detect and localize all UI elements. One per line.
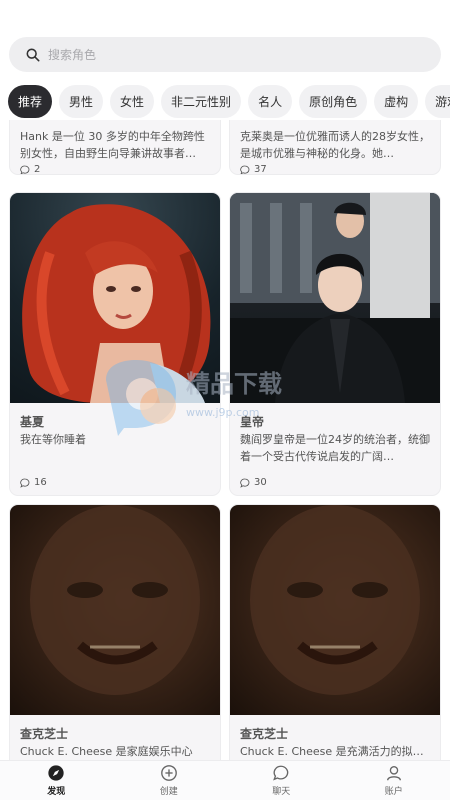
chat-count: 37 bbox=[254, 164, 267, 174]
chat-count-icon bbox=[240, 165, 250, 174]
chat-count: 30 bbox=[254, 477, 267, 488]
chat-bubble-icon bbox=[273, 765, 289, 781]
tab-nonbinary[interactable]: 非二元性别 bbox=[161, 85, 242, 118]
bottom-nav: 发现 创建 聊天 账户 bbox=[0, 760, 450, 800]
character-card[interactable]: 查克芝士 Chuck E. Cheese 是充满活力的拟… bbox=[230, 505, 440, 760]
watermark-title: 精品下载 bbox=[186, 370, 282, 398]
tab-celebrity[interactable]: 名人 bbox=[248, 85, 293, 118]
nav-account[interactable]: 账户 bbox=[338, 761, 450, 800]
tab-recommended[interactable]: 推荐 bbox=[8, 85, 53, 118]
category-tabs: 推荐 男性 女性 非二元性别 名人 原创角色 虚构 游戏 bbox=[8, 85, 450, 118]
chat-count-icon bbox=[20, 478, 30, 488]
chat-count: 16 bbox=[34, 477, 47, 488]
card-name: 查克芝士 bbox=[20, 727, 69, 741]
card-name: 查克芝士 bbox=[240, 727, 289, 741]
chat-count-icon bbox=[20, 165, 30, 174]
app-root: 搜索角色 推荐 男性 女性 非二元性别 名人 原创角色 虚构 游戏 Hank 是… bbox=[0, 0, 450, 800]
character-card[interactable]: Hank 是一位 30 多岁的中年全物跨性别女性，自由野生向导兼讲故事者… 2 bbox=[10, 120, 220, 174]
compass-icon bbox=[48, 765, 64, 781]
tab-original[interactable]: 原创角色 bbox=[299, 85, 368, 118]
nav-label: 发现 bbox=[47, 787, 66, 797]
search-bar[interactable]: 搜索角色 bbox=[9, 37, 441, 72]
character-image bbox=[10, 505, 220, 715]
chat-count-icon bbox=[240, 478, 250, 488]
nav-label: 聊天 bbox=[272, 787, 291, 797]
nav-discover[interactable]: 发现 bbox=[0, 761, 113, 800]
tab-fictional[interactable]: 虚构 bbox=[374, 85, 419, 118]
character-card[interactable]: 基夏 我在等你睡着 16 bbox=[10, 193, 220, 495]
character-card[interactable]: 皇帝 魏阎罗皇帝是一位24岁的统治者，统御着一个受古代传说启发的广阔… 30 bbox=[230, 193, 440, 495]
nav-label: 创建 bbox=[159, 787, 178, 797]
watermark-url: www.j9p.com bbox=[186, 406, 260, 419]
card-description: Chuck E. Cheese 是家庭娱乐中心的… bbox=[20, 745, 193, 758]
chat-count: 2 bbox=[34, 164, 41, 174]
search-icon bbox=[26, 48, 40, 61]
tab-game[interactable]: 游戏 bbox=[425, 85, 450, 118]
tab-male[interactable]: 男性 bbox=[59, 85, 104, 118]
nav-create[interactable]: 创建 bbox=[113, 761, 226, 800]
card-description: 克莱奥是一位优雅而诱人的28岁女性，是城市优雅与神秘的化身。她… bbox=[240, 130, 430, 160]
character-feed[interactable]: Hank 是一位 30 多岁的中年全物跨性别女性，自由野生向导兼讲故事者… 2 … bbox=[0, 120, 450, 760]
nav-label: 账户 bbox=[384, 787, 403, 797]
card-description: Hank 是一位 30 多岁的中年全物跨性别女性，自由野生向导兼讲故事者… bbox=[20, 130, 205, 160]
nav-chat[interactable]: 聊天 bbox=[225, 761, 338, 800]
watermark: 精品下载 www.j9p.com bbox=[98, 358, 358, 438]
character-image bbox=[230, 505, 440, 715]
card-description: Chuck E. Cheese 是充满活力的拟… bbox=[240, 745, 424, 758]
tab-female[interactable]: 女性 bbox=[110, 85, 155, 118]
plus-circle-icon bbox=[160, 765, 177, 781]
character-card[interactable]: 克莱奥是一位优雅而诱人的28岁女性，是城市优雅与神秘的化身。她… 37 bbox=[230, 120, 440, 174]
character-card[interactable]: 查克芝士 Chuck E. Cheese 是家庭娱乐中心的… bbox=[10, 505, 220, 760]
search-placeholder: 搜索角色 bbox=[48, 48, 97, 62]
user-icon bbox=[386, 766, 401, 781]
